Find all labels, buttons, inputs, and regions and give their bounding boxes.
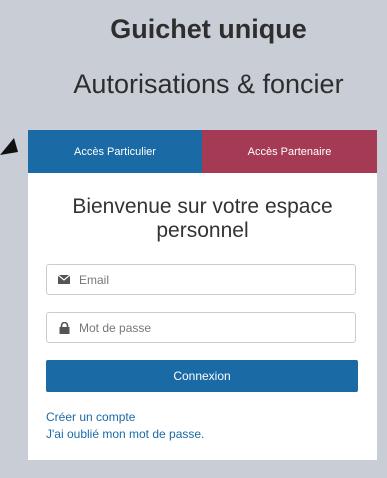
access-tabs: Accès Particulier Accès Partenaire bbox=[28, 130, 377, 173]
welcome-heading: Bienvenue sur votre espace personnel bbox=[72, 195, 333, 242]
account-links: Créer un compte J'ai oublié mon mot de p… bbox=[46, 409, 204, 443]
create-account-link[interactable]: Créer un compte bbox=[46, 409, 204, 426]
page-title: Guichet unique bbox=[110, 14, 307, 44]
password-input[interactable] bbox=[79, 320, 339, 335]
page-subtitle: Autorisations & foncier bbox=[73, 69, 344, 99]
connexion-button[interactable]: Connexion bbox=[46, 360, 358, 392]
envelope-icon bbox=[57, 273, 71, 287]
login-card: Accès Particulier Accès Partenaire Bienv… bbox=[28, 130, 377, 460]
tab-particulier[interactable]: Accès Particulier bbox=[28, 130, 202, 173]
forgot-password-link[interactable]: J'ai oublié mon mot de passe. bbox=[46, 426, 204, 443]
lock-icon bbox=[57, 321, 71, 335]
email-input[interactable] bbox=[79, 272, 339, 287]
pointer-arrow-icon bbox=[0, 138, 18, 155]
email-field[interactable] bbox=[46, 264, 356, 295]
tab-partenaire[interactable]: Accès Partenaire bbox=[202, 130, 377, 173]
password-field[interactable] bbox=[46, 312, 356, 343]
